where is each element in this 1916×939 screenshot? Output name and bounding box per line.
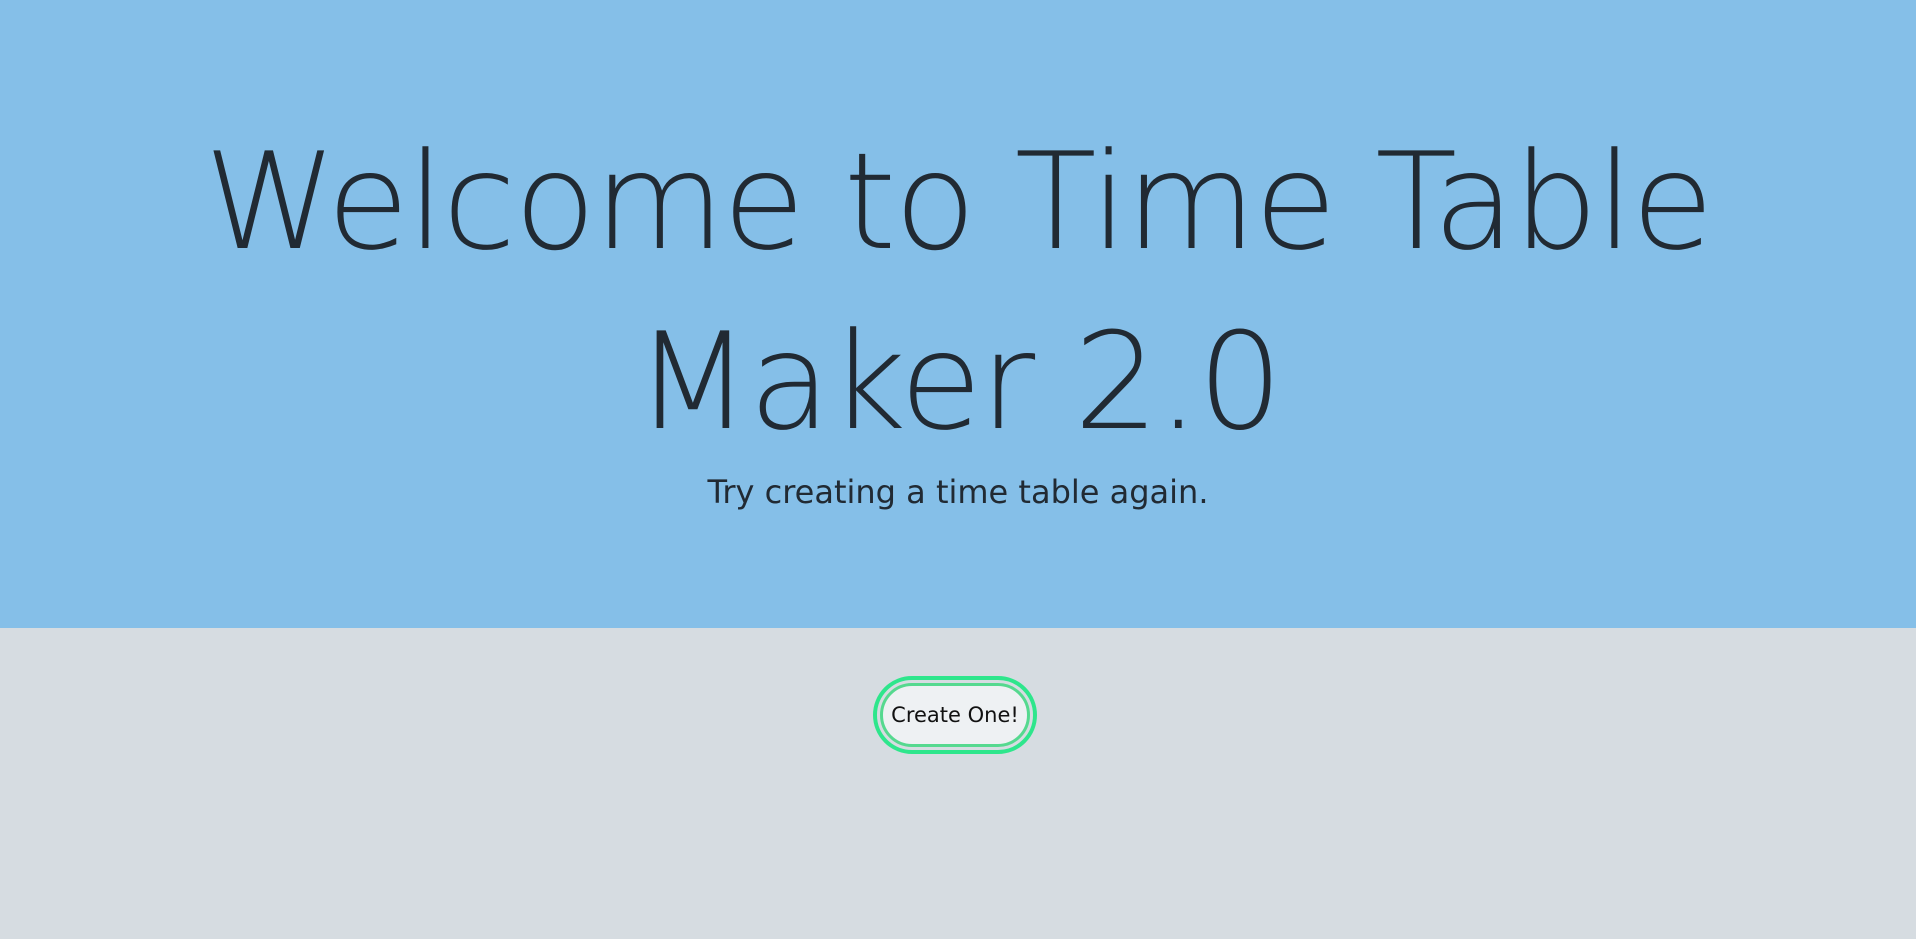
- actions-section: Create One!: [0, 628, 1916, 939]
- page-subtitle: Try creating a time table again.: [707, 473, 1209, 511]
- hero-banner: Welcome to Time Table Maker 2.0 Try crea…: [0, 0, 1916, 628]
- create-one-button-label: Create One!: [880, 683, 1030, 747]
- create-one-button[interactable]: Create One!: [873, 676, 1037, 754]
- page-title: Welcome to Time Table Maker 2.0: [204, 124, 1714, 460]
